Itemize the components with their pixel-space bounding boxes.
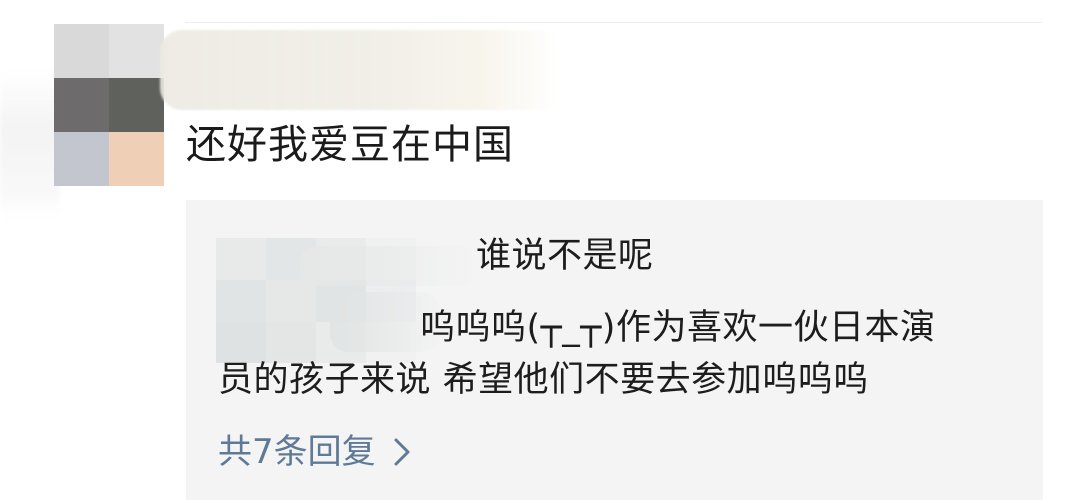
blurred-username [160,30,560,110]
reply-line-2: 呜呜呜(┬_┬)作为喜欢一伙日本演 [420,308,936,348]
comment-screenshot: 还好我爱豆在中国 谁说不是呢 呜呜呜(┬_┬)作为喜欢一伙日本演 员的孩子来说 … [0,0,1080,500]
avatar[interactable] [54,24,164,186]
reply-line-1: 谁说不是呢 [476,236,654,276]
blurred-reply-username-tail [300,246,480,286]
previous-comment-divider [185,0,1042,23]
chevron-right-icon [386,426,420,478]
blurred-region [0,70,60,220]
more-replies-label: 共7条回复 [218,432,376,472]
comment-text: 还好我爱豆在中国 [186,122,514,168]
view-more-replies-link[interactable]: 共7条回复 [218,426,420,478]
reply-line-3: 员的孩子来说 希望他们不要去参加呜呜呜 [218,360,869,400]
